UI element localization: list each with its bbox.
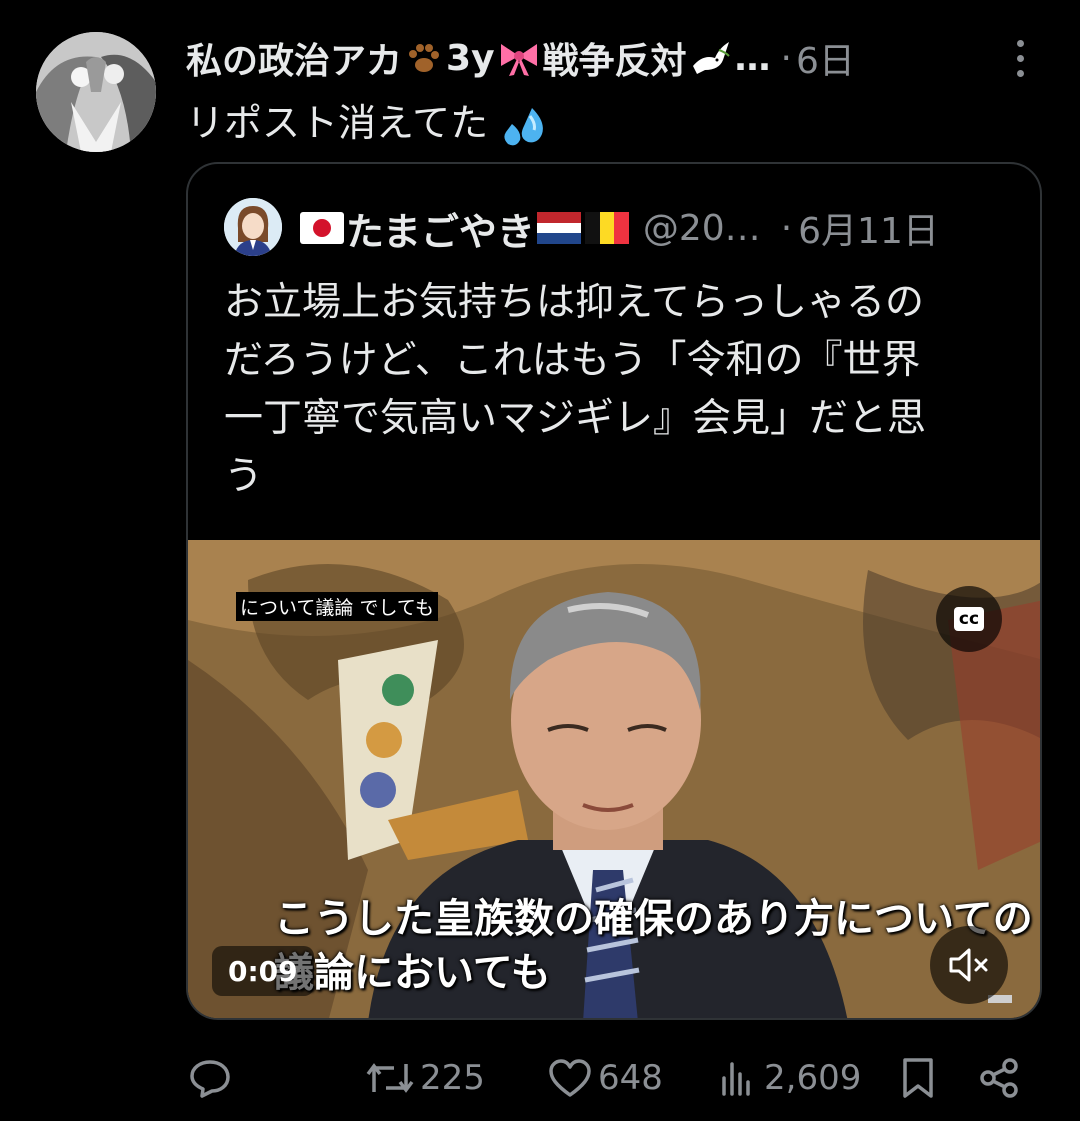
avatar-image [36,32,156,152]
japan-flag-icon [300,212,344,244]
author-name-tail: 戦争反対 [542,41,687,82]
more-icon[interactable] [1006,38,1034,78]
action-bar: 225 648 2,609 [0,1050,1080,1106]
like-button[interactable]: 648 [548,1050,663,1106]
quoted-handle[interactable]: @20… [643,208,761,249]
cc-button[interactable]: cc [936,586,1002,652]
mute-icon [949,948,988,982]
post-text-body: リポスト消えてた [186,101,489,145]
cc-icon: cc [953,607,985,631]
quoted-author-name[interactable]: たまごやき [346,201,535,256]
belgium-flag-icon [584,212,629,244]
repost-icon [366,1063,414,1093]
quoted-post[interactable]: たまごやき @20… · 6月11日 お立場上お気持ちは抑えてらっしゃるの だろ… [186,162,1042,1020]
meta-separator: · [780,37,792,79]
ribbon-icon [497,38,541,78]
video-player[interactable]: について議論 でしても cc こうした皇族数の確保のあり方についての 議論におい… [188,540,1040,1018]
netherlands-flag-icon [536,212,581,244]
share-icon [980,1058,1018,1098]
post-time[interactable]: 6日 [796,32,855,84]
views-button[interactable]: 2,609 [718,1050,861,1106]
reply-button[interactable] [188,1050,238,1106]
views-count: 2,609 [764,1058,862,1098]
video-timestamp: 0:09 [212,946,314,996]
author-name[interactable]: 私の政治アカ [186,32,402,84]
post-header: 私の政治アカ 3y 戦争反対 … · 6日 [186,32,986,84]
caption-overlay: について議論 でしても [236,592,438,621]
quoted-date[interactable]: 6月11日 [798,202,939,254]
reply-icon [190,1060,230,1098]
share-button[interactable] [978,1050,1028,1106]
like-count: 648 [598,1058,663,1098]
repost-button[interactable]: 225 [366,1050,485,1106]
quoted-avatar-image [224,198,282,256]
bookmark-button[interactable] [898,1050,944,1106]
quoted-separator: · [780,207,793,249]
quoted-author-avatar[interactable] [224,198,282,256]
sweat-drops-icon [502,104,550,148]
dove-icon [689,38,733,78]
author-name-suffix: 3y [446,37,495,79]
mute-button[interactable] [930,926,1008,1004]
views-icon [722,1062,750,1096]
repost-count: 225 [420,1058,485,1098]
video-subtitle: こうした皇族数の確保のあり方についての 議論においても [274,896,1033,996]
quoted-header: たまごやき @20… · 6月11日 [298,200,1018,256]
post-text: リポスト消えてた [186,92,552,148]
bookmark-icon [903,1058,933,1098]
author-avatar[interactable] [36,32,156,152]
quoted-text: お立場上お気持ちは抑えてらっしゃるの だろうけど、これはもう「令和の『世界 一丁… [224,280,927,499]
paw-icon [404,38,444,78]
like-icon [549,1059,591,1097]
name-ellipsis: … [734,37,771,79]
